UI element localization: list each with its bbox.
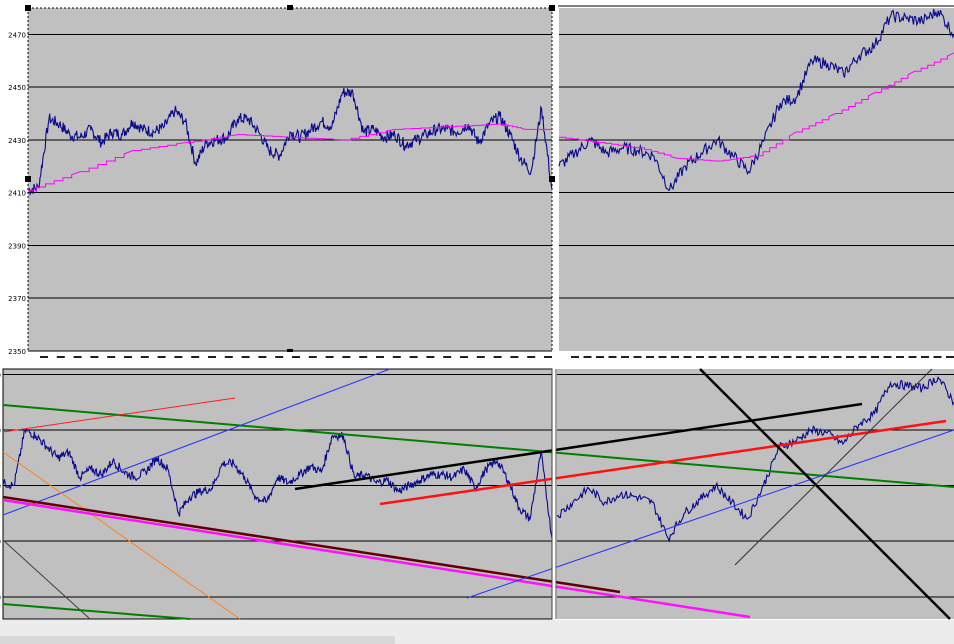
x-tick-mark bbox=[443, 356, 452, 358]
x-tick-mark bbox=[946, 356, 954, 358]
y-tick-label: 2350 bbox=[8, 348, 26, 356]
x-tick-mark bbox=[157, 356, 166, 358]
x-tick-mark bbox=[308, 356, 317, 358]
x-tick-mark bbox=[658, 356, 667, 358]
y-axis-top-left: 2350 2370 2390 2410 2430 2450 2470 bbox=[8, 31, 26, 356]
plot-area-top-left bbox=[28, 8, 552, 351]
y-tick-label: -20 bbox=[0, 538, 1, 546]
x-tick-mark bbox=[124, 356, 132, 358]
x-tick-mark bbox=[342, 356, 351, 358]
x-tick-mark bbox=[409, 356, 418, 358]
y-tick-label: 2430 bbox=[8, 137, 26, 145]
y-tick-label: 0 bbox=[0, 483, 1, 491]
plot-area-bottom-left bbox=[3, 369, 552, 619]
x-tick-mark bbox=[646, 356, 654, 358]
x-tick-mark bbox=[359, 356, 368, 358]
x-tick-mark bbox=[460, 356, 468, 358]
x-tick-mark bbox=[683, 356, 692, 358]
y-tick-label: 2390 bbox=[8, 242, 26, 250]
x-tick-mark bbox=[871, 356, 879, 358]
x-tick-mark bbox=[671, 356, 679, 358]
x-tick-mark bbox=[733, 356, 742, 358]
x-tick-mark bbox=[476, 356, 485, 358]
x-tick-mark bbox=[596, 356, 604, 358]
y-tick-label: 2450 bbox=[8, 84, 26, 92]
x-tick-mark bbox=[426, 356, 435, 358]
x-tick-mark bbox=[896, 356, 904, 358]
y-tick-label: 20 bbox=[0, 427, 1, 435]
edge-handle[interactable] bbox=[25, 176, 31, 182]
x-axis-top-left bbox=[28, 352, 552, 362]
x-tick-mark bbox=[621, 356, 629, 358]
x-tick-mark bbox=[908, 356, 917, 358]
x-tick-mark bbox=[796, 356, 804, 358]
x-tick-mark bbox=[208, 356, 216, 358]
x-tick-mark bbox=[708, 356, 717, 358]
x-tick-mark bbox=[746, 356, 754, 358]
x-tick-mark bbox=[858, 356, 867, 358]
x-tick-mark bbox=[107, 356, 116, 358]
x-tick-mark bbox=[376, 356, 384, 358]
edge-handle[interactable] bbox=[287, 5, 293, 10]
y-tick-label: -40 bbox=[0, 594, 1, 602]
panel-bottom-left: -40 -20 0 20 40 bbox=[0, 368, 553, 620]
x-tick-mark bbox=[73, 356, 82, 358]
x-tick-mark bbox=[821, 356, 829, 358]
x-tick-mark bbox=[241, 356, 250, 358]
y-axis-bottom-left: -40 -20 0 20 40 bbox=[0, 372, 1, 602]
x-tick-mark bbox=[846, 356, 854, 358]
x-tick-mark bbox=[493, 356, 502, 358]
x-tick-mark bbox=[721, 356, 729, 358]
x-tick-mark bbox=[833, 356, 842, 358]
x-tick-mark bbox=[921, 356, 929, 358]
x-tick-mark bbox=[275, 356, 284, 358]
panel-separator bbox=[0, 364, 954, 368]
x-tick-mark bbox=[90, 356, 99, 358]
x-tick-mark bbox=[292, 356, 300, 358]
corner-handle[interactable] bbox=[549, 5, 555, 11]
x-tick-mark bbox=[510, 356, 519, 358]
y-tick-label: 2370 bbox=[8, 295, 26, 303]
x-tick-mark bbox=[174, 356, 183, 358]
x-tick-mark bbox=[933, 356, 942, 358]
panel-top-left: 2350 2370 2390 2410 2430 2450 2470 bbox=[8, 5, 555, 356]
x-tick-mark bbox=[771, 356, 779, 358]
x-tick-mark bbox=[696, 356, 704, 358]
x-tick-mark bbox=[633, 356, 642, 358]
edge-handle[interactable] bbox=[549, 176, 555, 182]
y-tick-label: 2410 bbox=[8, 190, 26, 198]
panel-top-right bbox=[558, 5, 954, 351]
x-tick-mark bbox=[56, 356, 65, 358]
plot-area-top-right bbox=[559, 8, 954, 351]
x-tick-mark bbox=[392, 356, 401, 358]
corner-handle[interactable] bbox=[25, 5, 31, 11]
panel-divider bbox=[552, 369, 556, 619]
x-tick-mark bbox=[544, 356, 552, 358]
charts-canvas: 2350 2370 2390 2410 2430 2450 2470 -40 bbox=[0, 5, 954, 644]
x-tick-mark bbox=[608, 356, 617, 358]
x-tick-mark bbox=[758, 356, 767, 358]
y-tick-label: 2470 bbox=[8, 31, 26, 39]
x-tick-mark bbox=[40, 356, 48, 358]
x-tick-mark bbox=[808, 356, 817, 358]
x-tick-mark bbox=[191, 356, 200, 358]
x-tick-mark bbox=[140, 356, 149, 358]
scroll-strip[interactable] bbox=[0, 636, 395, 644]
y-tick-label: 40 bbox=[0, 372, 1, 380]
x-tick-mark bbox=[783, 356, 792, 358]
chart-workspace: 2350 2370 2390 2410 2430 2450 2470 -40 bbox=[0, 0, 954, 644]
x-axis-top-right bbox=[559, 352, 954, 362]
x-tick-mark bbox=[224, 356, 233, 358]
x-tick-mark bbox=[325, 356, 334, 358]
x-tick-mark bbox=[883, 356, 892, 358]
x-tick-mark bbox=[583, 356, 592, 358]
x-tick-mark bbox=[258, 356, 267, 358]
x-tick-mark bbox=[571, 356, 579, 358]
x-tick-mark bbox=[527, 356, 536, 358]
